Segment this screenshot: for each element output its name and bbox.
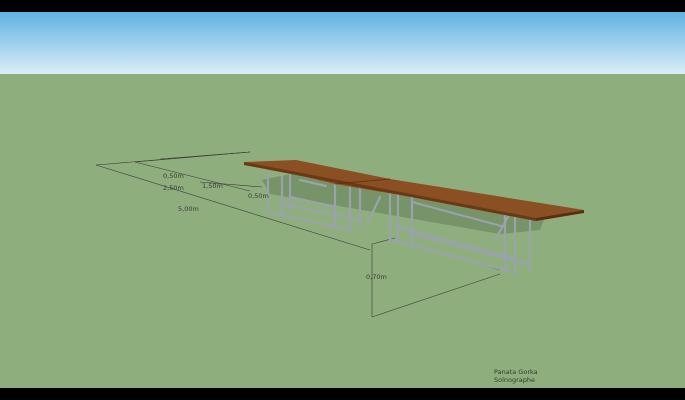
screenshot-frame: 0,50m 1,50m 2,50m 0,50m 5,00m 0,70m Pana… (0, 0, 685, 400)
dim-label-0-50m-side: 0,50m (248, 192, 269, 200)
credit-line-1: Panata Gorka (494, 368, 538, 376)
3d-viewport: 0,50m 1,50m 2,50m 0,50m 5,00m 0,70m Pana… (0, 12, 685, 388)
dim-label-1-50m: 1,50m (202, 182, 223, 190)
dim-label-0-50m-top: 0,50m (163, 172, 184, 180)
sky (0, 12, 685, 74)
ground-plane (0, 74, 685, 388)
bench-model-scene: 0,50m 1,50m 2,50m 0,50m 5,00m 0,70m (0, 12, 685, 388)
dim-label-5-00m: 5,00m (178, 205, 199, 213)
credit-line-2: Solnographe (494, 376, 536, 384)
dim-label-0-70m: 0,70m (366, 273, 387, 281)
dim-label-2-50m: 2,50m (163, 184, 184, 192)
author-credit: Panata Gorka Solnographe (494, 368, 538, 384)
